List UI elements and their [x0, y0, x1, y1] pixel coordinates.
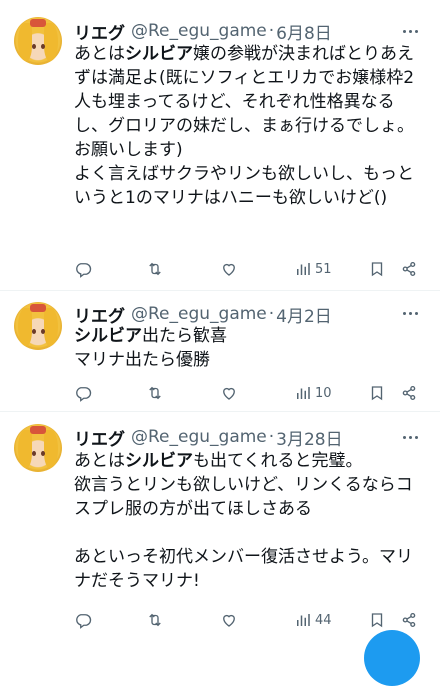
tweet[interactable]: リエグ @Re_egu_game · 4月2日 シルビア出たら歓喜 マリナ出たら… [0, 292, 440, 410]
avatar[interactable] [14, 17, 62, 65]
views-icon [297, 387, 310, 399]
display-name[interactable]: リエグ [74, 302, 125, 327]
bookmark-icon [371, 613, 383, 628]
share-button[interactable] [400, 382, 418, 404]
reply-icon [76, 387, 92, 402]
tweet-actions: 10 [74, 382, 428, 404]
highlighted-term: シルビア [125, 44, 193, 64]
reply-button[interactable] [74, 609, 92, 631]
tweet-date[interactable]: 6月8日 [276, 19, 332, 44]
tweet[interactable]: リエグ @Re_egu_game · 6月8日 あとはシルビア嬢の参戦が決まれば… [0, 0, 440, 290]
display-name[interactable]: リエグ [74, 19, 125, 44]
tweet-date[interactable]: 4月2日 [276, 302, 332, 327]
retweet-icon [149, 262, 161, 276]
tweet-text: あとはシルビアも出てくれると完璧。 欲言うとリンも欲しいけど、リンくるならコスプ… [74, 451, 413, 591]
retweet-button[interactable] [146, 258, 164, 280]
share-icon [402, 612, 416, 628]
views-button[interactable]: 10 [294, 382, 332, 404]
share-icon [402, 261, 416, 277]
like-icon [223, 614, 235, 627]
compose-button[interactable] [364, 630, 420, 686]
retweet-button[interactable] [146, 609, 164, 631]
bookmark-button[interactable] [368, 258, 386, 280]
tweet-actions: 44 [74, 609, 428, 631]
reply-icon [76, 614, 92, 629]
reply-button[interactable] [74, 258, 92, 280]
like-button[interactable] [220, 258, 238, 280]
bookmark-button[interactable] [368, 609, 386, 631]
separator: · [268, 21, 275, 41]
reply-icon [76, 263, 92, 278]
views-count: 44 [315, 612, 332, 628]
tweet-text: あとはシルビア嬢の参戦が決まればとりあえずは満足よ(既にソフィとエリカでお嬢様枠… [74, 44, 415, 208]
separator: · [268, 304, 275, 324]
retweet-icon [149, 613, 161, 627]
tweet-header: リエグ @Re_egu_game · 3月28日 [74, 424, 343, 450]
user-handle[interactable]: @Re_egu_game [131, 21, 267, 41]
tweet-date[interactable]: 3月28日 [276, 425, 342, 450]
separator: · [268, 427, 275, 447]
more-options-icon[interactable] [403, 312, 418, 315]
divider [0, 290, 440, 291]
views-button[interactable]: 51 [294, 258, 332, 280]
like-icon [223, 263, 235, 276]
tweet-actions: 51 [74, 258, 428, 280]
views-button[interactable]: 44 [294, 609, 332, 631]
share-button[interactable] [400, 609, 418, 631]
tweet-header: リエグ @Re_egu_game · 6月8日 [74, 18, 332, 44]
like-button[interactable] [220, 382, 238, 404]
views-icon [297, 614, 310, 626]
tweet-text: シルビア出たら歓喜 マリナ出たら優勝 [74, 326, 227, 370]
user-handle[interactable]: @Re_egu_game [131, 427, 267, 447]
bookmark-icon [371, 386, 383, 401]
share-button[interactable] [400, 258, 418, 280]
reply-button[interactable] [74, 382, 92, 404]
views-count: 51 [315, 261, 332, 277]
bookmark-icon [371, 262, 383, 277]
tweet[interactable]: リエグ @Re_egu_game · 3月28日 あとはシルビアも出てくれると完… [0, 412, 440, 640]
like-button[interactable] [220, 609, 238, 631]
bookmark-button[interactable] [368, 382, 386, 404]
views-count: 10 [315, 385, 332, 401]
display-name[interactable]: リエグ [74, 425, 125, 450]
like-icon [223, 387, 235, 400]
more-options-icon[interactable] [403, 436, 418, 439]
highlighted-term: シルビア [74, 326, 142, 346]
avatar[interactable] [14, 424, 62, 472]
views-icon [297, 263, 310, 275]
share-icon [402, 385, 416, 401]
avatar[interactable] [14, 302, 62, 350]
retweet-button[interactable] [146, 382, 164, 404]
more-options-icon[interactable] [403, 30, 418, 33]
retweet-icon [149, 386, 161, 400]
user-handle[interactable]: @Re_egu_game [131, 304, 267, 324]
highlighted-term: シルビア [125, 451, 193, 471]
